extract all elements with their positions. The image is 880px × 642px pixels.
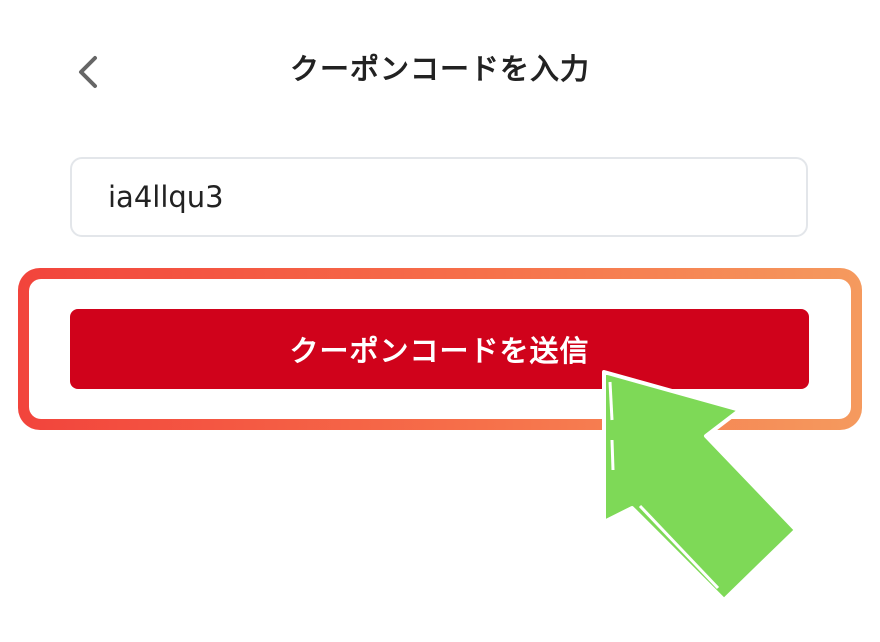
header: クーポンコードを入力: [0, 30, 880, 110]
submit-coupon-button[interactable]: クーポンコードを送信: [70, 309, 809, 389]
coupon-code-input[interactable]: [70, 157, 808, 237]
page-title: クーポンコードを入力: [289, 52, 590, 86]
coupon-code-page: クーポンコードを入力 クーポンコードを送信: [0, 0, 880, 642]
